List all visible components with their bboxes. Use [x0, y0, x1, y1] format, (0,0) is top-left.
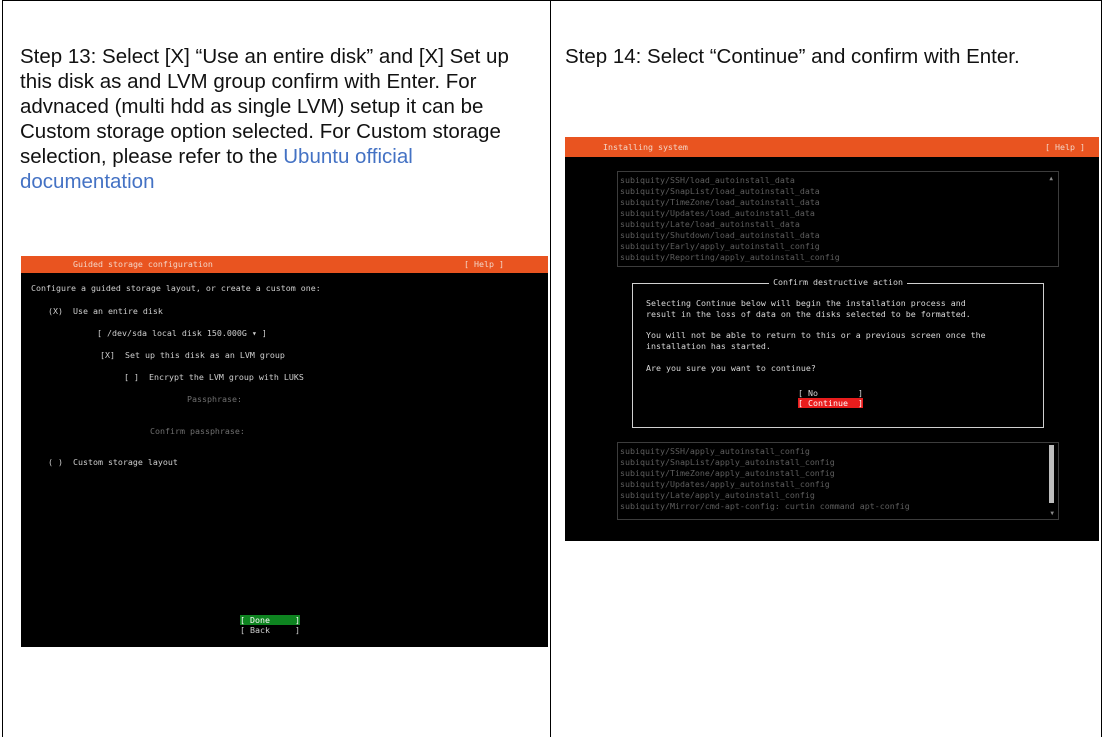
continue-button[interactable]: [ Continue ] [798, 398, 863, 408]
dialog-text-line: result in the loss of data on the disks … [646, 309, 971, 319]
confirm-destructive-dialog: Confirm destructive action Selecting Con… [632, 277, 1044, 428]
guided-storage-screenshot: Guided storage configuration [ Help ] Co… [21, 256, 548, 647]
table-column-divider [550, 0, 551, 737]
log-line: subiquity/SnapList/load_autoinstall_data [620, 186, 820, 196]
done-button[interactable]: [ Done ] [240, 615, 300, 625]
step-13-instruction: Step 13: Select [X] “Use an entire disk”… [20, 44, 545, 194]
storage-prompt: Configure a guided storage layout, or cr… [31, 283, 321, 293]
installing-system-screenshot: Installing system [ Help ] subiquity/SSH… [565, 137, 1099, 541]
log-top-box[interactable]: subiquity/SSH/load_autoinstall_data subi… [617, 171, 1059, 267]
log-line: subiquity/Late/apply_autoinstall_config [620, 490, 815, 500]
use-entire-disk-radio[interactable]: (X) Use an entire disk [48, 306, 163, 316]
confirm-passphrase-label: Confirm passphrase: [150, 426, 245, 436]
log-line: subiquity/TimeZone/load_autoinstall_data [620, 197, 820, 207]
installer-header-bar: Installing system [ Help ] [565, 137, 1099, 157]
help-button[interactable]: [ Help ] [1045, 137, 1085, 157]
step-13-text: Step 13: Select [X] “Use an entire disk”… [20, 45, 509, 168]
log-line: subiquity/SnapList/apply_autoinstall_con… [620, 457, 835, 467]
dialog-text-line: installation has started. [646, 341, 771, 351]
scroll-down-arrow-icon[interactable]: ▼ [1050, 510, 1054, 517]
disk-select-dropdown[interactable]: [ /dev/sda local disk 150.000G ▾ ] [97, 328, 267, 338]
log-line: subiquity/TimeZone/apply_autoinstall_con… [620, 468, 835, 478]
dialog-title: Confirm destructive action [769, 277, 907, 287]
passphrase-label: Passphrase: [187, 394, 242, 404]
log-bottom-box[interactable]: subiquity/SSH/apply_autoinstall_config s… [617, 442, 1059, 520]
log-line: subiquity/Updates/apply_autoinstall_conf… [620, 479, 830, 489]
back-button[interactable]: [ Back ] [240, 625, 300, 635]
log-line: subiquity/Shutdown/load_autoinstall_data [620, 230, 820, 240]
dialog-text-line: You will not be able to return to this o… [646, 330, 986, 340]
log-line: subiquity/Updates/load_autoinstall_data [620, 208, 815, 218]
log-line: subiquity/Mirror/cmd-apt-config: curtin … [620, 501, 910, 511]
help-button[interactable]: [ Help ] [464, 256, 504, 273]
step-14-instruction: Step 14: Select “Continue” and confirm w… [565, 45, 1020, 68]
log-line: subiquity/Early/apply_autoinstall_config [620, 241, 820, 251]
scroll-up-arrow-icon[interactable]: ▲ [1049, 175, 1053, 182]
lvm-group-checkbox[interactable]: [X] Set up this disk as an LVM group [100, 350, 285, 360]
dialog-text-line: Selecting Continue below will begin the … [646, 298, 966, 308]
no-button[interactable]: [ No ] [798, 388, 863, 398]
log-line: subiquity/SSH/apply_autoinstall_config [620, 446, 810, 456]
installer-header-bar: Guided storage configuration [ Help ] [21, 256, 548, 273]
screen-title: Guided storage configuration [73, 259, 213, 269]
custom-storage-radio[interactable]: ( ) Custom storage layout [48, 457, 178, 467]
log-line: subiquity/Reporting/apply_autoinstall_co… [620, 252, 840, 262]
encrypt-luks-checkbox[interactable]: [ ] Encrypt the LVM group with LUKS [124, 372, 304, 382]
dialog-question: Are you sure you want to continue? [646, 363, 816, 373]
log-line: subiquity/Late/load_autoinstall_data [620, 219, 800, 229]
scrollbar-thumb[interactable] [1049, 445, 1054, 503]
screen-title: Installing system [603, 142, 688, 152]
log-line: subiquity/SSH/load_autoinstall_data [620, 175, 795, 185]
